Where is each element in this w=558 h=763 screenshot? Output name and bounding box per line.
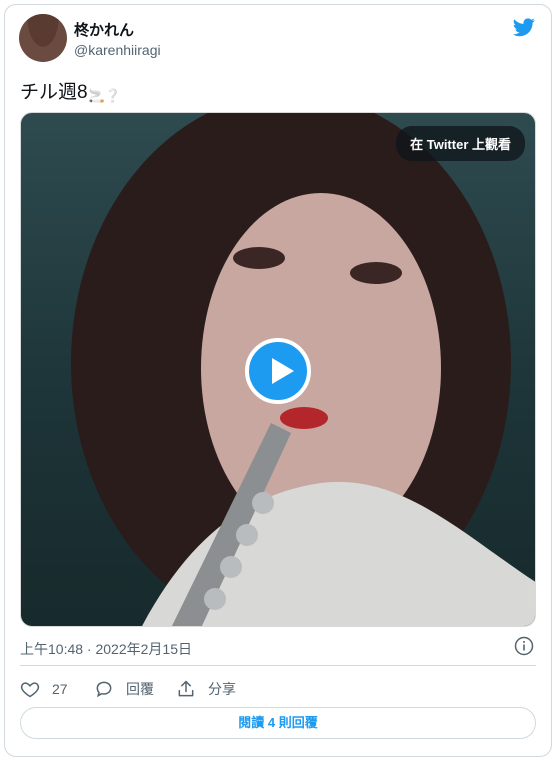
video-player[interactable]: 在 Twitter 上觀看	[20, 112, 536, 627]
like-button[interactable]: 27	[20, 679, 68, 699]
view-on-twitter-button[interactable]: 在 Twitter 上觀看	[396, 126, 525, 161]
share-label: 分享	[208, 681, 236, 697]
info-icon[interactable]	[514, 636, 534, 656]
play-icon	[272, 358, 294, 384]
share-icon	[178, 680, 194, 697]
heart-icon	[20, 682, 40, 698]
divider	[20, 665, 536, 666]
reply-button[interactable]: 回覆	[94, 679, 154, 699]
share-button[interactable]: 分享	[176, 679, 236, 699]
author-display-name[interactable]: 柊かれん	[74, 19, 134, 40]
reply-label: 回覆	[126, 681, 154, 697]
tweet-timestamp[interactable]: 上午10:48 · 2022年2月15日	[20, 639, 192, 659]
author-handle[interactable]: @karenhiiragi	[74, 42, 161, 58]
read-replies-button[interactable]: 閱讀 4 則回覆	[20, 707, 536, 739]
tweet-text-body: チル週8	[20, 82, 88, 103]
reply-bubble-icon	[96, 681, 112, 698]
play-button[interactable]	[245, 338, 311, 404]
tweet-text: チル週8🚬❔	[20, 77, 121, 104]
tweet-emoji: 🚬❔	[88, 88, 121, 103]
like-count: 27	[52, 681, 68, 697]
avatar[interactable]	[19, 14, 67, 62]
twitter-bird-icon[interactable]	[511, 16, 537, 38]
